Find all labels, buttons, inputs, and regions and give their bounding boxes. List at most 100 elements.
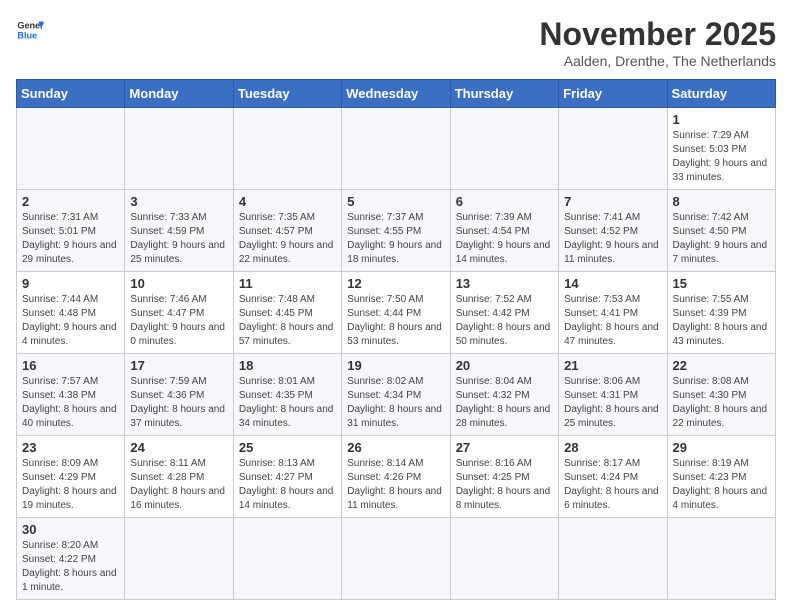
day-info: Sunrise: 8:01 AMSunset: 4:35 PMDaylight:… xyxy=(239,375,336,431)
day-number: 9 xyxy=(22,276,119,291)
calendar-cell: 26Sunrise: 8:14 AMSunset: 4:26 PMDayligh… xyxy=(342,436,450,518)
day-number: 29 xyxy=(673,440,770,455)
page-header: General Blue November 2025 Aalden, Drent… xyxy=(16,16,776,69)
calendar-cell: 10Sunrise: 7:46 AMSunset: 4:47 PMDayligh… xyxy=(125,272,233,354)
day-info: Sunrise: 8:04 AMSunset: 4:32 PMDaylight:… xyxy=(456,375,553,431)
day-number: 2 xyxy=(22,194,119,209)
day-info: Sunrise: 7:41 AMSunset: 4:52 PMDaylight:… xyxy=(564,211,661,267)
day-number: 19 xyxy=(347,358,444,373)
calendar-table: SundayMondayTuesdayWednesdayThursdayFrid… xyxy=(16,79,776,600)
day-number: 15 xyxy=(673,276,770,291)
day-number: 26 xyxy=(347,440,444,455)
weekday-header-wednesday: Wednesday xyxy=(342,80,450,108)
weekday-header-monday: Monday xyxy=(125,80,233,108)
calendar-cell: 22Sunrise: 8:08 AMSunset: 4:30 PMDayligh… xyxy=(667,354,775,436)
day-number: 20 xyxy=(456,358,553,373)
calendar-cell: 23 Sunrise: 8:09 AMSunset: 4:29 PMDayligh… xyxy=(17,436,125,518)
calendar-cell: 14 Sunrise: 7:53 AMSunset: 4:41 PMDayligh… xyxy=(559,272,667,354)
day-number: 14 xyxy=(564,276,661,291)
day-number: 8 xyxy=(673,194,770,209)
calendar-cell: 11 Sunrise: 7:48 AMSunset: 4:45 PMDayligh… xyxy=(233,272,341,354)
day-info: Sunrise: 8:17 AMSunset: 4:24 PMDaylight:… xyxy=(564,457,661,513)
day-info: Sunrise: 8:09 AMSunset: 4:29 PMDaylight:… xyxy=(22,457,119,513)
calendar-cell: 1Sunrise: 7:29 AMSunset: 5:03 PMDaylight… xyxy=(667,108,775,190)
day-info: Sunrise: 8:11 AMSunset: 4:28 PMDaylight:… xyxy=(130,457,227,513)
day-info: Sunrise: 7:53 AMSunset: 4:41 PMDaylight:… xyxy=(564,293,661,349)
calendar-week-row: 23 Sunrise: 8:09 AMSunset: 4:29 PMDayligh… xyxy=(17,436,776,518)
calendar-week-row: 9 Sunrise: 7:44 AMSunset: 4:48 PMDaylight… xyxy=(17,272,776,354)
day-number: 12 xyxy=(347,276,444,291)
day-info: Sunrise: 8:06 AMSunset: 4:31 PMDaylight:… xyxy=(564,375,661,431)
weekday-header-tuesday: Tuesday xyxy=(233,80,341,108)
day-number: 27 xyxy=(456,440,553,455)
day-number: 18 xyxy=(239,358,336,373)
month-title: November 2025 xyxy=(539,16,776,53)
calendar-cell: 13 Sunrise: 7:52 AMSunset: 4:42 PMDayligh… xyxy=(450,272,558,354)
calendar-cell: 19Sunrise: 8:02 AMSunset: 4:34 PMDayligh… xyxy=(342,354,450,436)
day-info: Sunrise: 8:19 AMSunset: 4:23 PMDaylight:… xyxy=(673,457,770,513)
day-info: Sunrise: 7:31 AMSunset: 5:01 PMDaylight:… xyxy=(22,211,119,267)
calendar-cell: 2 Sunrise: 7:31 AMSunset: 5:01 PMDaylight… xyxy=(17,190,125,272)
day-info: Sunrise: 7:37 AMSunset: 4:55 PMDaylight:… xyxy=(347,211,444,267)
day-number: 24 xyxy=(130,440,227,455)
calendar-cell: 8Sunrise: 7:42 AMSunset: 4:50 PMDaylight… xyxy=(667,190,775,272)
calendar-week-row: 16Sunrise: 7:57 AMSunset: 4:38 PMDayligh… xyxy=(17,354,776,436)
svg-text:Blue: Blue xyxy=(17,30,37,40)
day-number: 30 xyxy=(22,522,119,537)
day-info: Sunrise: 8:20 AMSunset: 4:22 PMDaylight:… xyxy=(22,539,119,595)
calendar-cell: 7 Sunrise: 7:41 AMSunset: 4:52 PMDaylight… xyxy=(559,190,667,272)
day-number: 7 xyxy=(564,194,661,209)
day-number: 23 xyxy=(22,440,119,455)
calendar-cell: 9 Sunrise: 7:44 AMSunset: 4:48 PMDaylight… xyxy=(17,272,125,354)
day-info: Sunrise: 7:50 AMSunset: 4:44 PMDaylight:… xyxy=(347,293,444,349)
day-info: Sunrise: 7:44 AMSunset: 4:48 PMDaylight:… xyxy=(22,293,119,349)
day-number: 28 xyxy=(564,440,661,455)
day-number: 5 xyxy=(347,194,444,209)
day-info: Sunrise: 7:29 AMSunset: 5:03 PMDaylight:… xyxy=(673,129,770,185)
day-info: Sunrise: 7:46 AMSunset: 4:47 PMDaylight:… xyxy=(130,293,227,349)
day-number: 22 xyxy=(673,358,770,373)
calendar-cell: 3 Sunrise: 7:33 AMSunset: 4:59 PMDaylight… xyxy=(125,190,233,272)
calendar-cell xyxy=(559,108,667,190)
calendar-cell: 15Sunrise: 7:55 AMSunset: 4:39 PMDayligh… xyxy=(667,272,775,354)
day-number: 25 xyxy=(239,440,336,455)
calendar-cell: 27 Sunrise: 8:16 AMSunset: 4:25 PMDayligh… xyxy=(450,436,558,518)
calendar-cell: 6 Sunrise: 7:39 AMSunset: 4:54 PMDaylight… xyxy=(450,190,558,272)
day-number: 3 xyxy=(130,194,227,209)
calendar-cell xyxy=(342,108,450,190)
day-info: Sunrise: 7:52 AMSunset: 4:42 PMDaylight:… xyxy=(456,293,553,349)
logo-icon: General Blue xyxy=(16,16,44,44)
calendar-cell: 21 Sunrise: 8:06 AMSunset: 4:31 PMDayligh… xyxy=(559,354,667,436)
calendar-cell: 25 Sunrise: 8:13 AMSunset: 4:27 PMDayligh… xyxy=(233,436,341,518)
day-info: Sunrise: 7:39 AMSunset: 4:54 PMDaylight:… xyxy=(456,211,553,267)
calendar-cell xyxy=(17,108,125,190)
weekday-header-thursday: Thursday xyxy=(450,80,558,108)
calendar-cell: 17Sunrise: 7:59 AMSunset: 4:36 PMDayligh… xyxy=(125,354,233,436)
day-info: Sunrise: 7:48 AMSunset: 4:45 PMDaylight:… xyxy=(239,293,336,349)
calendar-cell xyxy=(450,518,558,600)
day-number: 13 xyxy=(456,276,553,291)
calendar-cell: 12 Sunrise: 7:50 AMSunset: 4:44 PMDayligh… xyxy=(342,272,450,354)
calendar-cell xyxy=(667,518,775,600)
day-info: Sunrise: 7:33 AMSunset: 4:59 PMDaylight:… xyxy=(130,211,227,267)
day-info: Sunrise: 7:35 AMSunset: 4:57 PMDaylight:… xyxy=(239,211,336,267)
day-number: 6 xyxy=(456,194,553,209)
calendar-week-row: 1Sunrise: 7:29 AMSunset: 5:03 PMDaylight… xyxy=(17,108,776,190)
calendar-cell xyxy=(233,108,341,190)
calendar-cell: 5 Sunrise: 7:37 AMSunset: 4:55 PMDaylight… xyxy=(342,190,450,272)
title-block: November 2025 Aalden, Drenthe, The Nethe… xyxy=(539,16,776,69)
logo: General Blue xyxy=(16,16,44,44)
weekday-header-friday: Friday xyxy=(559,80,667,108)
weekday-header-saturday: Saturday xyxy=(667,80,775,108)
calendar-cell xyxy=(233,518,341,600)
calendar-cell xyxy=(125,108,233,190)
day-number: 4 xyxy=(239,194,336,209)
day-info: Sunrise: 8:16 AMSunset: 4:25 PMDaylight:… xyxy=(456,457,553,513)
day-info: Sunrise: 8:13 AMSunset: 4:27 PMDaylight:… xyxy=(239,457,336,513)
calendar-cell xyxy=(450,108,558,190)
day-number: 21 xyxy=(564,358,661,373)
calendar-cell: 29 Sunrise: 8:19 AMSunset: 4:23 PMDayligh… xyxy=(667,436,775,518)
day-number: 11 xyxy=(239,276,336,291)
day-number: 16 xyxy=(22,358,119,373)
calendar-cell: 24 Sunrise: 8:11 AMSunset: 4:28 PMDayligh… xyxy=(125,436,233,518)
